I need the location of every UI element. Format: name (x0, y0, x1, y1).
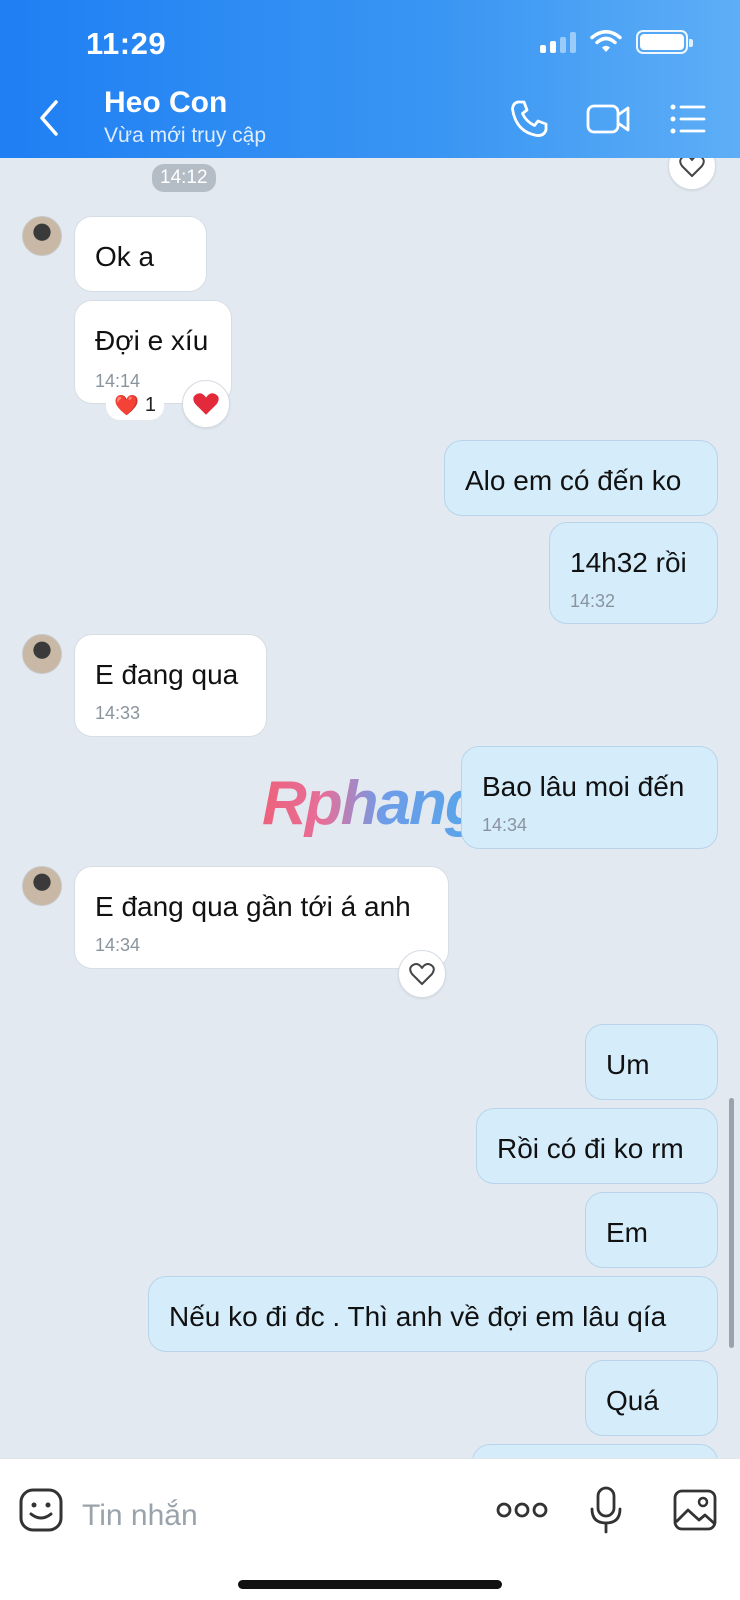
heart-filled-icon (193, 393, 219, 415)
message-text: E đang qua (95, 659, 239, 690)
heart-outline-icon (679, 158, 705, 177)
message-bubble-outgoing[interactable]: Rồi có đi ko rm (476, 1108, 718, 1184)
image-icon[interactable] (672, 1485, 718, 1535)
message-bubble-incoming[interactable]: E đang qua 14:33 (74, 634, 267, 737)
back-icon[interactable] (30, 96, 70, 140)
message-text: 14h32 rồi (570, 547, 687, 578)
message-text: E đang qua gần tới á anh (95, 891, 411, 922)
heart-react-button[interactable] (182, 380, 230, 428)
message-bubble-outgoing[interactable]: Quá (585, 1360, 718, 1436)
microphone-icon[interactable] (588, 1485, 624, 1535)
wifi-icon (590, 30, 622, 52)
message-bubble-outgoing[interactable]: Um (585, 1024, 718, 1100)
reaction-count: 1 (144, 393, 157, 416)
message-text: Bao lâu moi đến (482, 771, 685, 802)
avatar[interactable] (22, 216, 62, 256)
watermark-logo: Rphang (262, 769, 483, 838)
battery-icon (636, 30, 693, 54)
contact-status: Vừa mới truy cập (104, 124, 267, 147)
date-separator: 14:12 (152, 164, 216, 192)
message-time: 14:14 (95, 371, 141, 391)
message-text: Alo em có đến ko (465, 465, 682, 496)
phone-icon[interactable] (506, 96, 552, 142)
message-bubble-outgoing[interactable]: 14h32 rồi 14:32 (549, 522, 718, 624)
message-text: Rồi có đi ko rm (497, 1133, 684, 1164)
signal-icon (540, 31, 576, 53)
contact-name[interactable]: Heo Con (104, 86, 227, 120)
message-text: Quá (606, 1385, 659, 1416)
message-input[interactable]: Tin nhắn (82, 1499, 198, 1533)
message-text: Em (606, 1217, 648, 1248)
heart-outline-icon (409, 963, 435, 985)
heart-emoji-icon: ❤️ (114, 394, 139, 417)
message-time: 14:34 (482, 815, 528, 835)
message-list[interactable]: 14:12 Ok a Đợi e xíu 14:14 ❤️ 1 Alo em c… (0, 158, 740, 1458)
reaction-badge[interactable]: ❤️ 1 (106, 390, 165, 420)
message-bubble-outgoing[interactable]: Alo em có đến ko (444, 440, 718, 516)
message-text: Um (606, 1049, 650, 1080)
message-bubble-outgoing[interactable]: Nếu ko đi đc . Thì anh về đợi em lâu qía (148, 1276, 718, 1352)
scrollbar[interactable] (729, 1098, 734, 1348)
status-icons (540, 30, 693, 54)
composer-bar: Tin nhắn (0, 1458, 740, 1600)
message-text: Nếu ko đi đc . Thì anh về đợi em lâu qía (169, 1301, 667, 1332)
chat-header: 11:29 Heo Con Vừa mới truy cập (0, 0, 740, 158)
message-bubble-outgoing[interactable]: Bao lâu moi đến 14:34 (461, 746, 718, 849)
heart-react-button[interactable] (668, 158, 716, 190)
home-indicator[interactable] (238, 1580, 502, 1589)
message-text: Đợi e xíu (95, 325, 209, 356)
avatar[interactable] (22, 634, 62, 674)
message-bubble-outgoing[interactable]: Em (585, 1192, 718, 1268)
message-time: 14:33 (95, 703, 141, 723)
message-bubble-incoming[interactable]: E đang qua gần tới á anh 14:34 (74, 866, 449, 969)
video-call-icon[interactable] (585, 96, 631, 142)
message-bubble-outgoing[interactable] (472, 1444, 718, 1458)
message-bubble-incoming[interactable]: Ok a (74, 216, 207, 292)
message-time: 14:32 (570, 591, 616, 611)
avatar[interactable] (22, 866, 62, 906)
heart-react-button[interactable] (398, 950, 446, 998)
sticker-icon[interactable] (18, 1485, 64, 1535)
status-time: 11:29 (86, 26, 167, 61)
message-text: Ok a (95, 241, 155, 272)
more-options-icon[interactable] (496, 1485, 548, 1535)
message-time: 14:34 (95, 935, 141, 955)
menu-list-icon[interactable] (668, 96, 708, 142)
